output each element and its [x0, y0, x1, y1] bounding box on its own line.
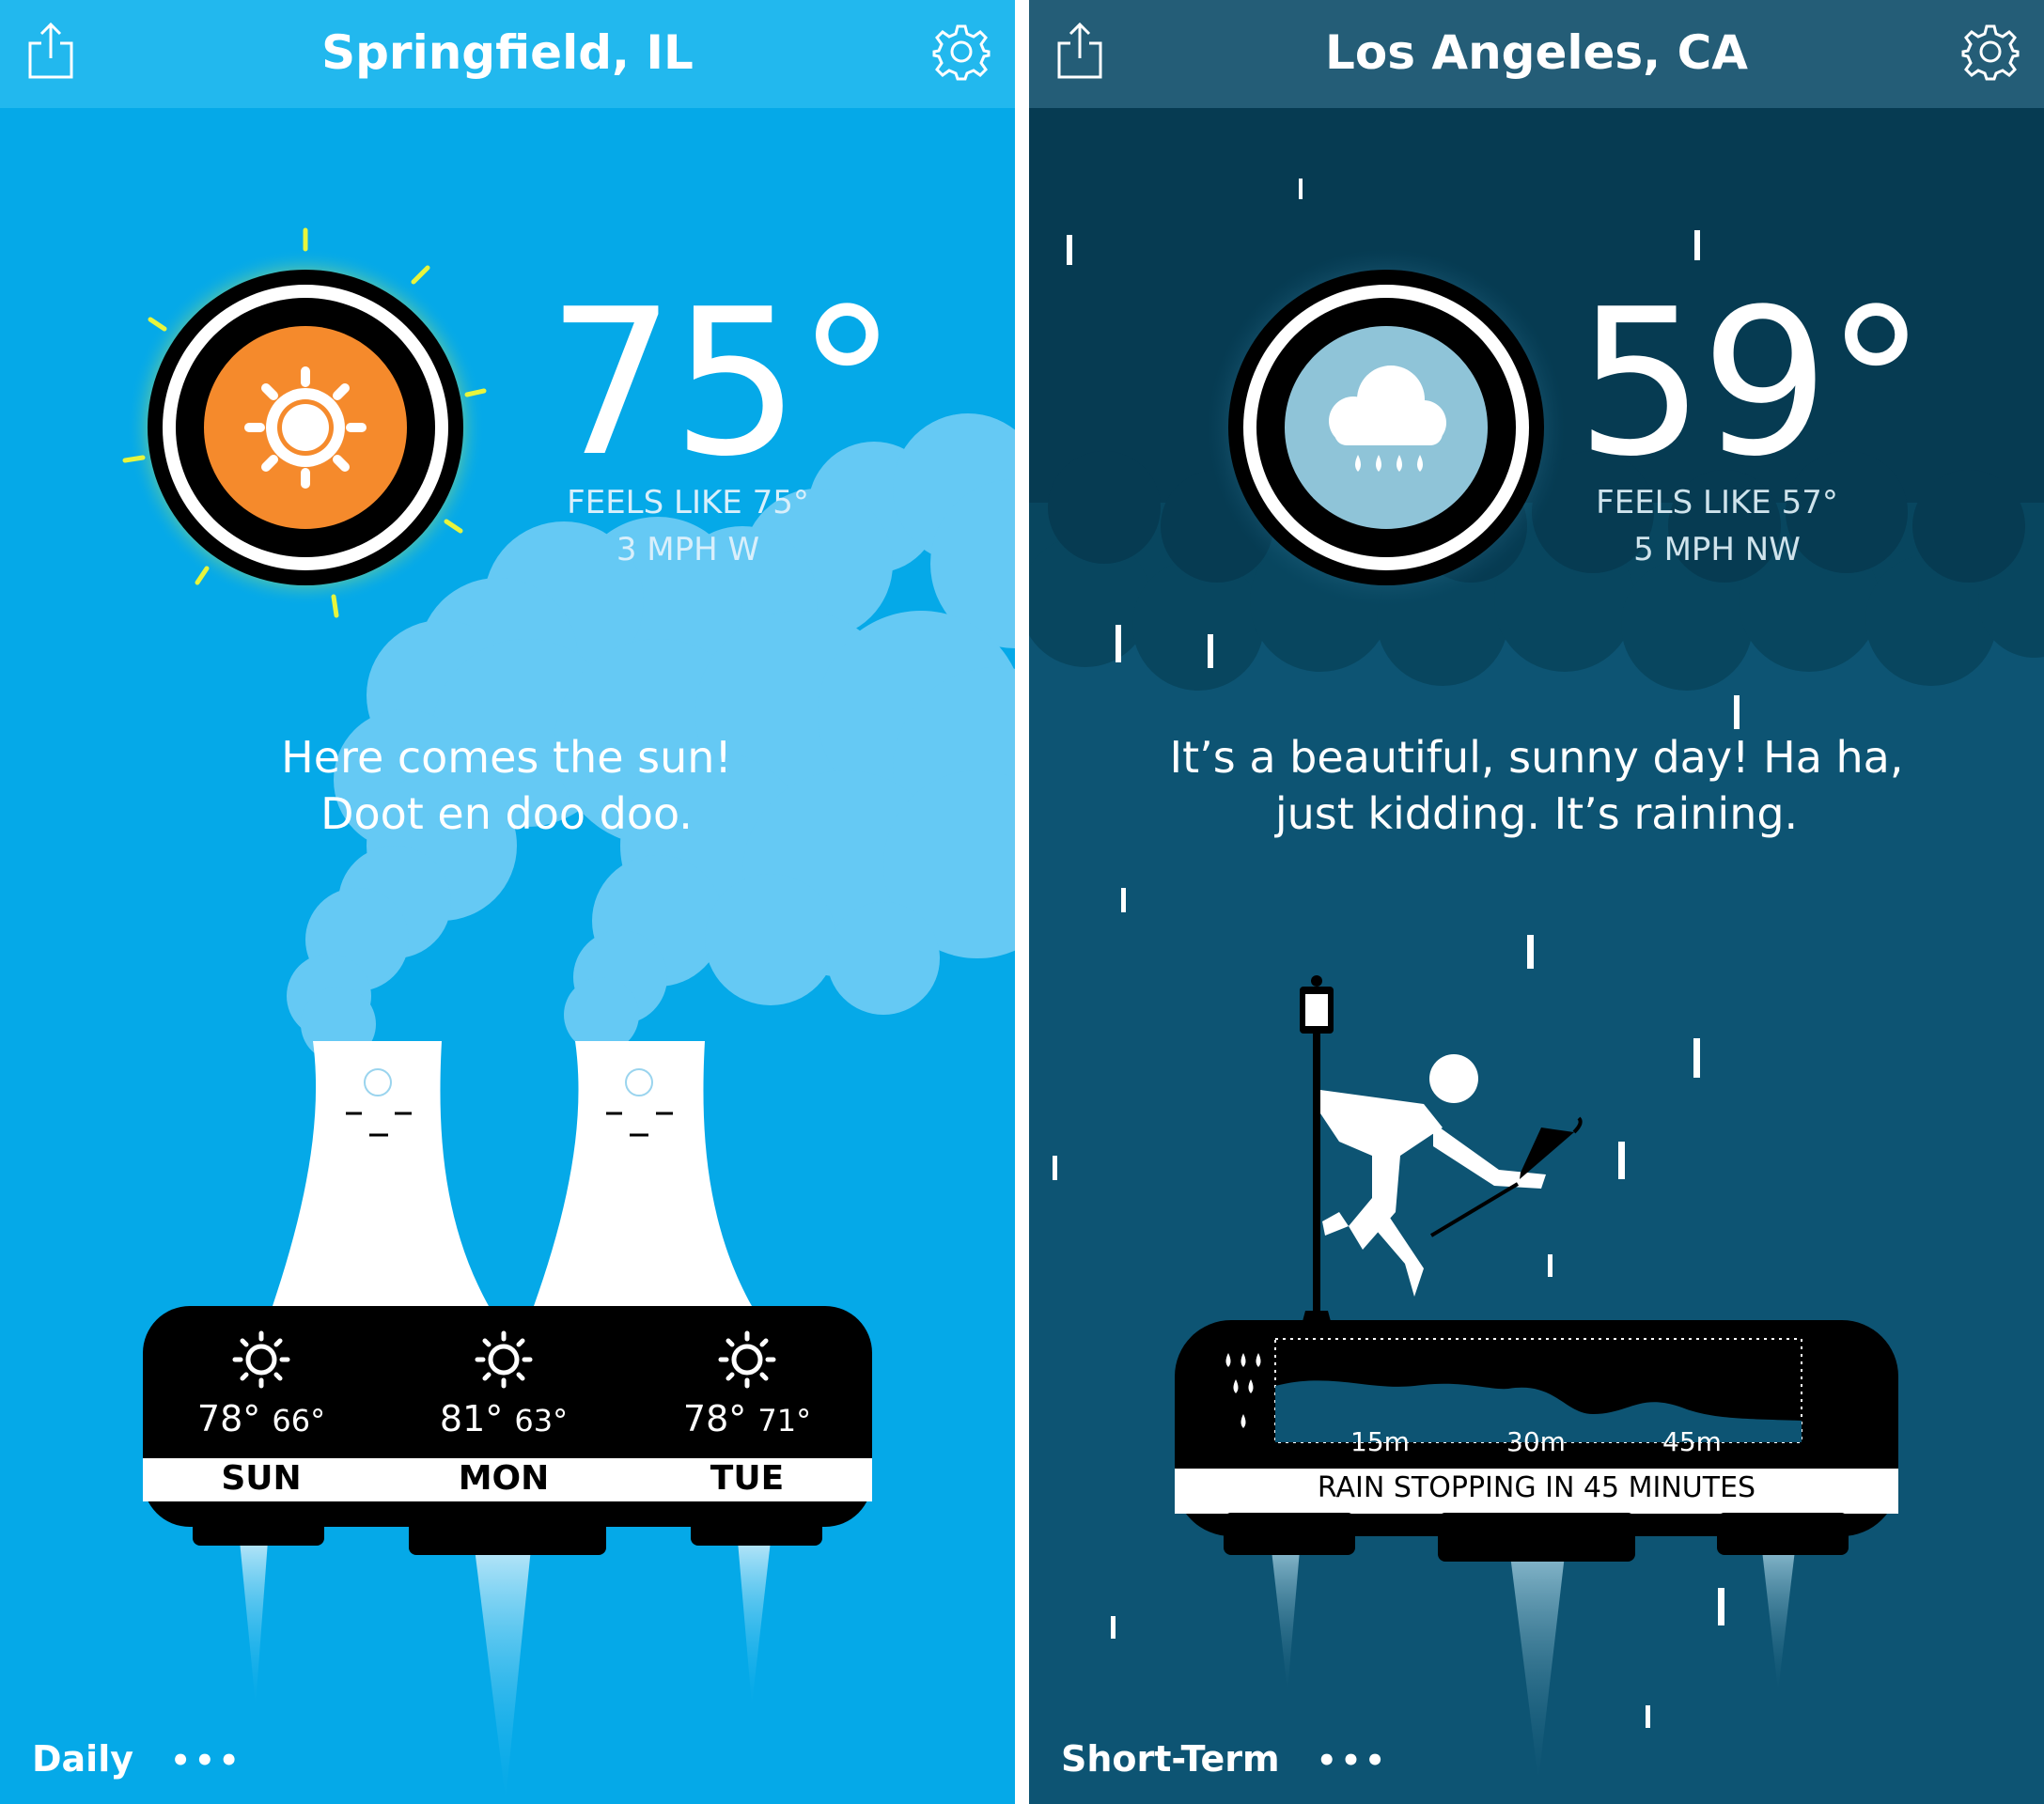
- share-icon: [1057, 22, 1102, 79]
- location-title[interactable]: Los Angeles, CA: [1029, 0, 2044, 108]
- weather-screen-los-angeles: Los Angeles, CA 59° FEELS LIKE 57° 5 MPH…: [1029, 0, 2044, 1804]
- low-temp: 66°: [272, 1403, 326, 1439]
- day-label: TUE: [710, 1459, 785, 1498]
- wind-text: 5 MPH NW: [1633, 531, 1801, 568]
- high-temp: 78°: [682, 1398, 747, 1439]
- settings-button[interactable]: [1961, 23, 2020, 81]
- settings-button[interactable]: [932, 23, 991, 81]
- forecast-temps: 81° 63°: [405, 1400, 602, 1439]
- weather-message: It’s a beautiful, sunny day! Ha ha, just…: [1029, 729, 2044, 842]
- gear-icon: [1961, 24, 2020, 81]
- weather-screen-springfield: Springfield, IL 75° FEELS LIKE 75° 3 MPH…: [0, 0, 1015, 1804]
- chart-tick-15m: 15m: [1350, 1426, 1410, 1457]
- rain-cloud-weather-icon: [1208, 249, 1565, 606]
- location-title[interactable]: Springfield, IL: [0, 0, 1015, 108]
- day-label: MON: [458, 1459, 550, 1498]
- weather-message: Here comes the sun! Doot en doo doo.: [0, 729, 1014, 842]
- message-line-1: Here comes the sun!: [281, 732, 732, 783]
- current-temperature: 59°: [1576, 265, 1927, 501]
- low-temp: 71°: [757, 1403, 812, 1439]
- chart-tick-45m: 45m: [1662, 1426, 1722, 1457]
- high-temp: 78°: [196, 1398, 261, 1439]
- message-line-1: It’s a beautiful, sunny day! Ha ha,: [1169, 732, 1904, 783]
- share-button[interactable]: [24, 21, 77, 81]
- short-term-tab[interactable]: Short-Term •••: [1061, 1738, 1389, 1780]
- tab-label: Daily: [32, 1738, 134, 1780]
- feels-like-text: FEELS LIKE 57°: [1596, 484, 1838, 521]
- feels-like-text: FEELS LIKE 75°: [567, 484, 809, 521]
- low-temp: 63°: [514, 1403, 569, 1439]
- share-icon: [28, 22, 73, 79]
- chart-tick-30m: 30m: [1506, 1426, 1566, 1457]
- day-label: SUN: [221, 1459, 302, 1498]
- daily-tab[interactable]: Daily •••: [32, 1738, 242, 1780]
- forecast-temps: 78° 66°: [163, 1400, 360, 1439]
- message-line-2: just kidding. It’s raining.: [1274, 788, 1799, 839]
- wind-text: 3 MPH W: [616, 531, 760, 568]
- share-button[interactable]: [1053, 21, 1106, 81]
- tab-label: Short-Term: [1061, 1738, 1280, 1780]
- current-temperature: 75°: [547, 265, 897, 501]
- message-line-2: Doot en doo doo.: [320, 788, 693, 839]
- rain-status-banner: RAIN STOPPING IN 45 MINUTES: [1317, 1471, 1756, 1504]
- high-temp: 81°: [439, 1398, 504, 1439]
- more-dots-icon[interactable]: •••: [170, 1742, 242, 1780]
- gear-icon: [932, 24, 991, 81]
- more-dots-icon[interactable]: •••: [1317, 1742, 1389, 1780]
- forecast-temps: 78° 71°: [648, 1400, 846, 1439]
